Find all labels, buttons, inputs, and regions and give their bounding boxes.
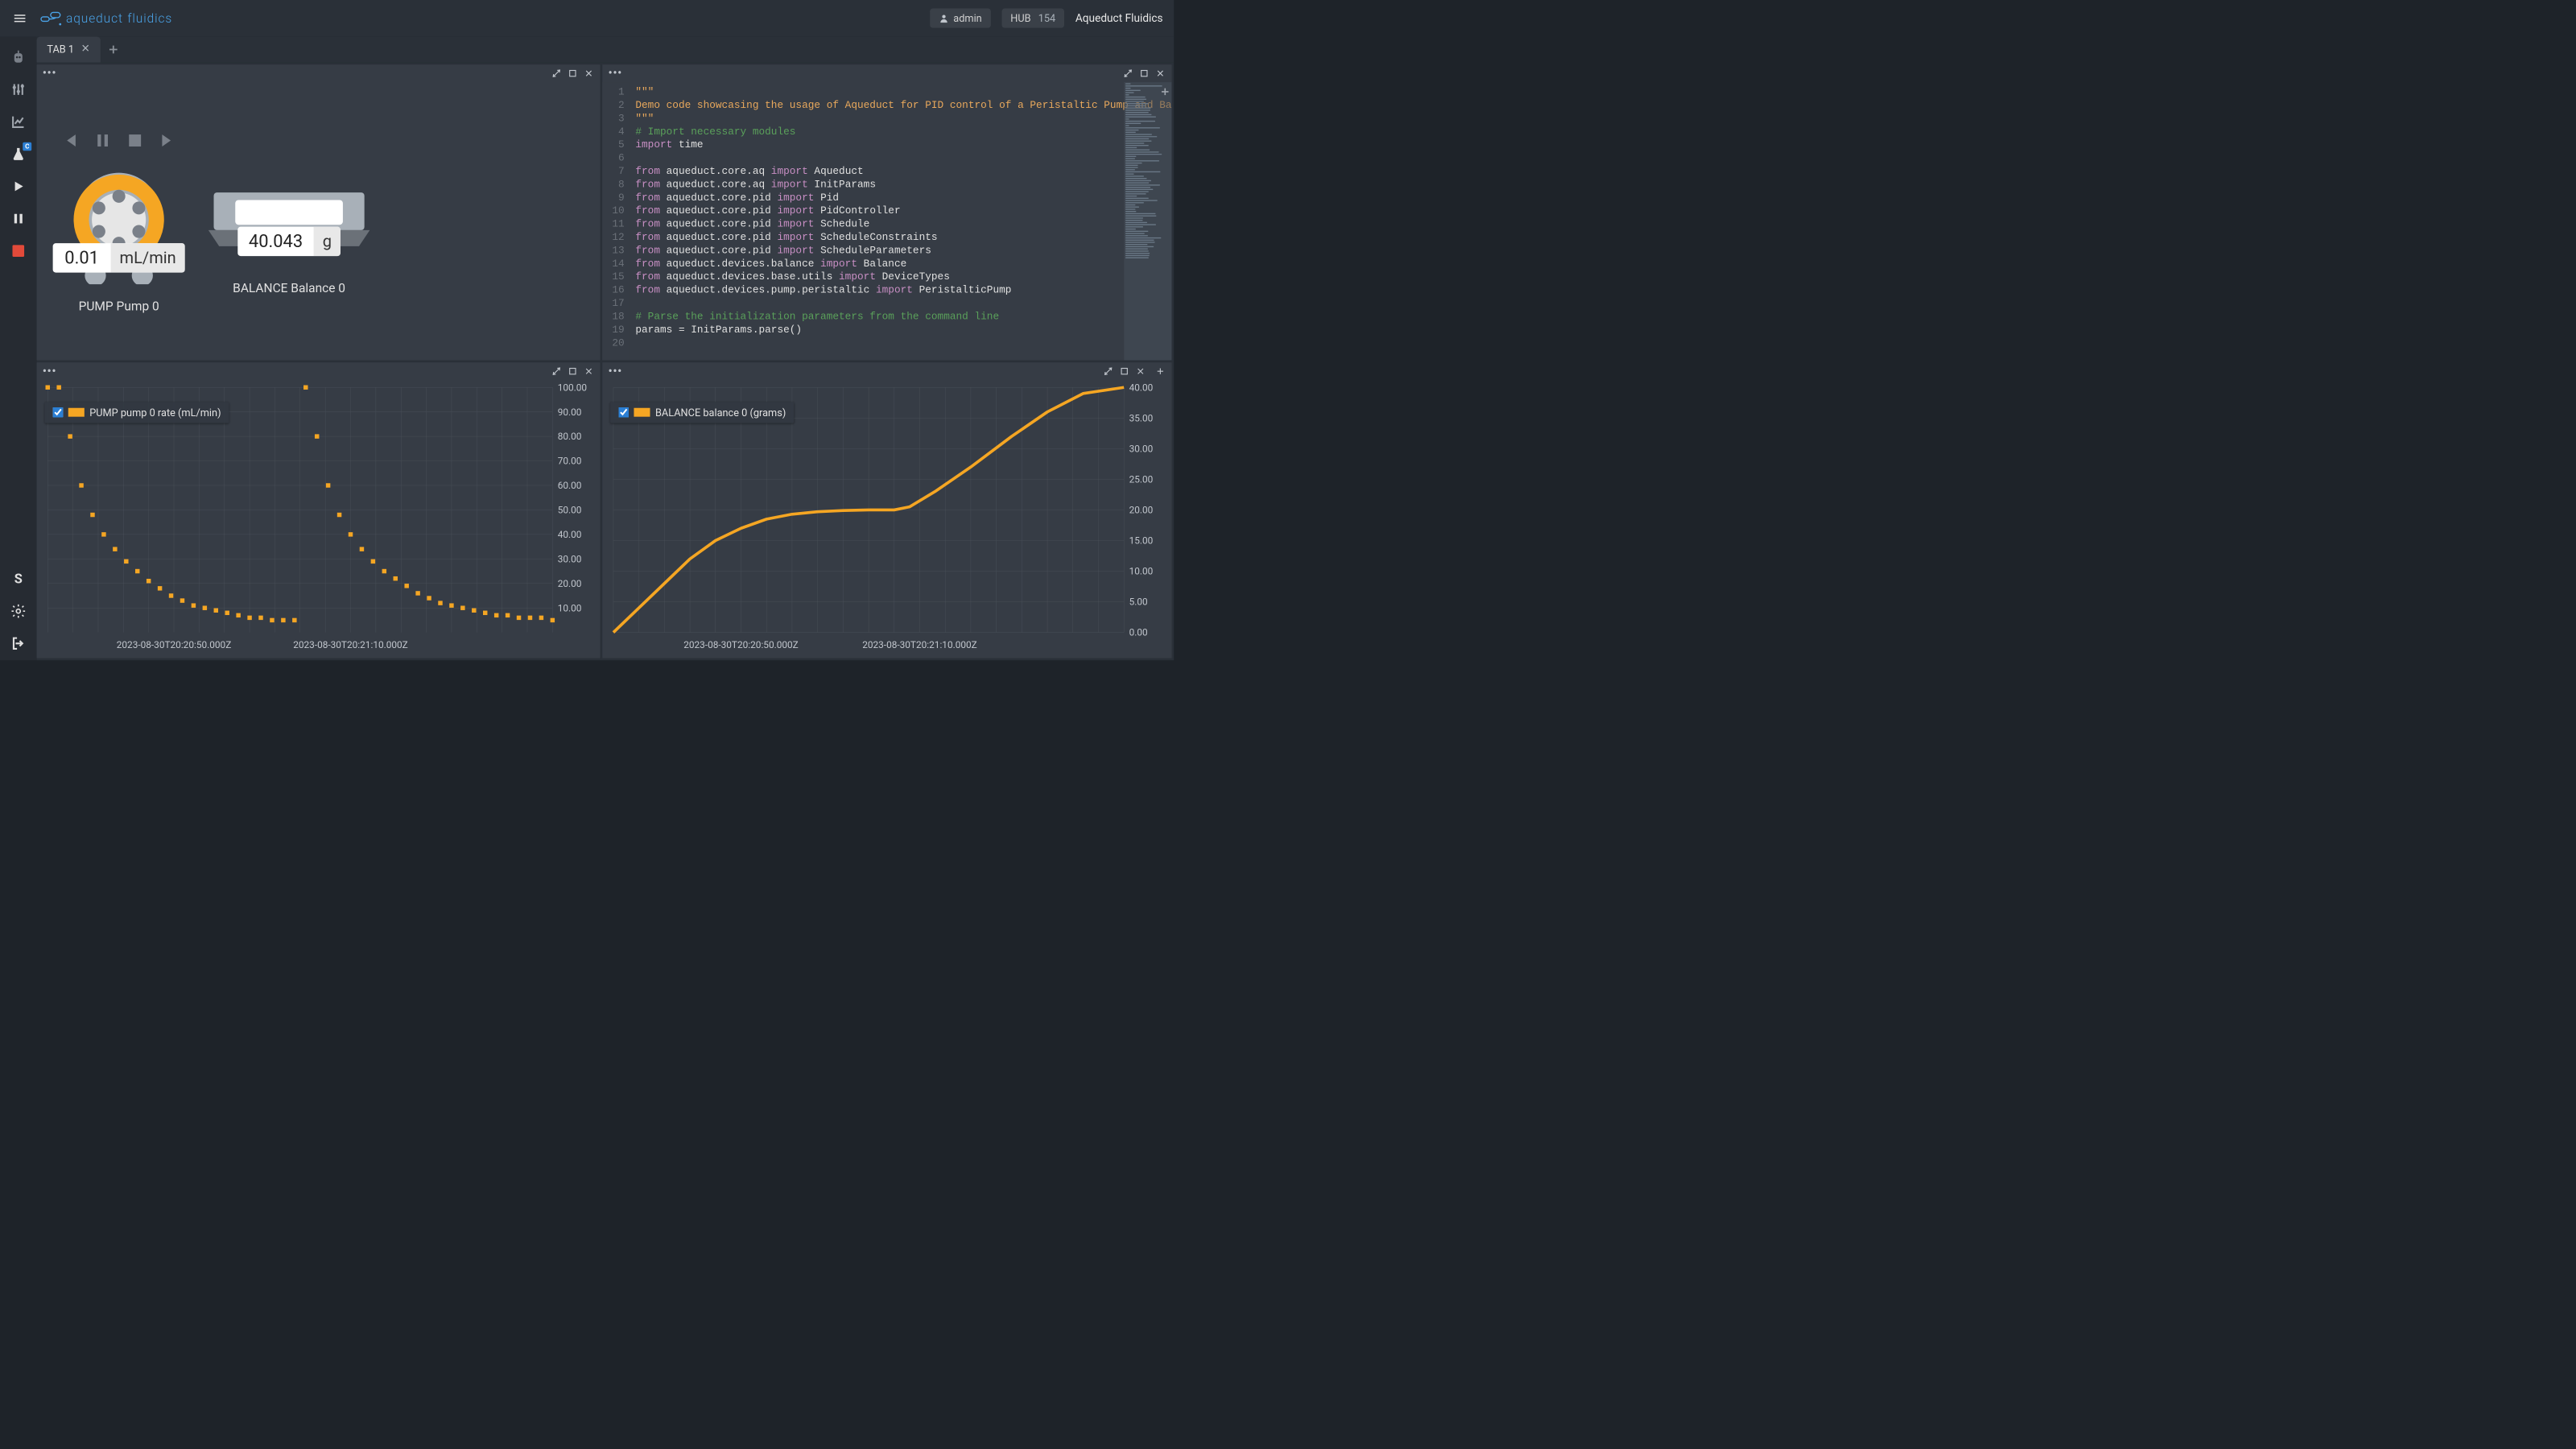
user-pill[interactable]: admin: [930, 9, 991, 28]
close-icon[interactable]: [584, 365, 595, 377]
panel-menu-icon[interactable]: •••: [609, 365, 622, 378]
code-gutter: 1234567891011121314151617181920: [602, 82, 629, 360]
svg-text:50.00: 50.00: [558, 505, 582, 516]
stop-icon[interactable]: [9, 242, 28, 261]
gear-icon[interactable]: [9, 601, 28, 621]
svg-text:40.00: 40.00: [1129, 382, 1154, 393]
svg-text:70.00: 70.00: [558, 456, 582, 467]
device-panel: •••: [37, 64, 601, 360]
brand-right-text: Aqueduct Fluidics: [1075, 12, 1163, 25]
pump-chart-panel: ••• 10.00 20.00 30.00 40.00 50.00 60.00 70.00 8…: [37, 362, 601, 658]
code-minimap[interactable]: [1124, 82, 1171, 360]
svg-text:90.00: 90.00: [558, 407, 582, 418]
hub-pill[interactable]: HUB 154: [1001, 9, 1064, 28]
tab-strip: TAB 1: [37, 37, 1174, 63]
left-sidebar: C S: [0, 37, 37, 661]
legend-label: PUMP pump 0 rate (mL/min): [89, 407, 221, 419]
play-icon[interactable]: [9, 177, 28, 196]
brand-logo: aqueduct fluidics: [39, 10, 172, 27]
stop-control-icon[interactable]: [123, 129, 147, 152]
svg-text:60.00: 60.00: [558, 480, 582, 491]
sliders-icon[interactable]: [9, 80, 28, 99]
maximize-icon[interactable]: [568, 365, 579, 377]
svg-text:2023-08-30T20:20:50.000Z: 2023-08-30T20:20:50.000Z: [117, 639, 232, 650]
code-panel: ••• 1234567891011121314151617181920 """D…: [602, 64, 1171, 360]
close-icon[interactable]: [1135, 365, 1146, 377]
legend-swatch: [634, 408, 650, 417]
balance-unit: g: [314, 227, 341, 256]
chart-icon[interactable]: [9, 112, 28, 131]
logout-icon[interactable]: [9, 634, 28, 653]
svg-text:15.00: 15.00: [1129, 535, 1154, 547]
user-label: admin: [953, 12, 981, 24]
tab-close-icon[interactable]: [80, 43, 90, 56]
svg-text:30.00: 30.00: [1129, 443, 1154, 454]
tab-label: TAB 1: [47, 43, 74, 56]
code-editor[interactable]: 1234567891011121314151617181920 """Demo …: [602, 82, 1171, 360]
balance-chart-panel: ••• 0.00 5.00 10.00 15.00 20.00 25.00 30.00 35.…: [602, 362, 1171, 658]
svg-text:20.00: 20.00: [558, 578, 582, 589]
svg-text:30.00: 30.00: [558, 553, 582, 564]
svg-text:25.00: 25.00: [1129, 473, 1154, 485]
expand-icon[interactable]: [551, 365, 563, 377]
close-icon[interactable]: [1155, 68, 1166, 79]
balance-device: 40.043 g BALANCE Balance 0: [208, 187, 370, 295]
legend-label: BALANCE balance 0 (grams): [655, 407, 786, 419]
maximize-icon[interactable]: [568, 68, 579, 79]
legend-checkbox[interactable]: [618, 407, 629, 418]
svg-text:10.00: 10.00: [1129, 566, 1154, 577]
code-add-button[interactable]: [1158, 85, 1172, 99]
rewind-icon[interactable]: [59, 129, 82, 152]
balance-chart-legend[interactable]: BALANCE balance 0 (grams): [610, 402, 794, 423]
svg-text:5.00: 5.00: [1129, 597, 1148, 608]
tab-add-button[interactable]: [101, 37, 126, 63]
svg-text:2023-08-30T20:21:10.000Z: 2023-08-30T20:21:10.000Z: [293, 639, 408, 650]
svg-text:80.00: 80.00: [558, 431, 582, 442]
pump-chart-legend[interactable]: PUMP pump 0 rate (mL/min): [45, 402, 229, 423]
add-icon[interactable]: [1155, 365, 1166, 377]
close-icon[interactable]: [584, 68, 595, 79]
svg-text:100.00: 100.00: [558, 382, 587, 393]
balance-label: BALANCE Balance 0: [233, 281, 345, 295]
legend-swatch: [68, 408, 85, 417]
expand-icon[interactable]: [551, 68, 563, 79]
pump-label: PUMP Pump 0: [79, 299, 159, 313]
flask-icon[interactable]: C: [9, 144, 28, 163]
robot-icon[interactable]: [9, 47, 28, 67]
brand-text-2: fluidics: [127, 11, 172, 26]
svg-text:0.00: 0.00: [1129, 627, 1148, 638]
tab-1[interactable]: TAB 1: [37, 37, 101, 63]
forward-icon[interactable]: [155, 129, 179, 152]
pump-unit: mL/min: [111, 243, 185, 272]
pump-value: 0.01: [53, 247, 111, 268]
pause-control-icon[interactable]: [91, 129, 114, 152]
panel-menu-icon[interactable]: •••: [43, 67, 56, 80]
svg-text:2023-08-30T20:20:50.000Z: 2023-08-30T20:20:50.000Z: [683, 639, 799, 650]
pump-device: 0.01 mL/min PUMP Pump 0: [59, 129, 179, 314]
pause-icon[interactable]: [9, 209, 28, 229]
hub-label: HUB: [1010, 12, 1030, 24]
hamburger-menu[interactable]: [11, 10, 29, 27]
maximize-icon[interactable]: [1138, 68, 1150, 79]
maximize-icon[interactable]: [1119, 365, 1130, 377]
hub-number: 154: [1038, 12, 1056, 24]
balance-value: 40.043: [237, 231, 313, 252]
svg-text:10.00: 10.00: [558, 602, 582, 613]
code-content: """Demo code showcasing the usage of Aqu…: [629, 82, 1171, 360]
brand-text-1: aqueduct: [66, 11, 123, 26]
legend-checkbox[interactable]: [53, 407, 64, 418]
svg-text:2023-08-30T20:21:10.000Z: 2023-08-30T20:21:10.000Z: [862, 639, 977, 650]
svg-text:35.00: 35.00: [1129, 412, 1154, 423]
flask-badge: C: [23, 142, 31, 151]
s-icon[interactable]: S: [9, 569, 28, 588]
expand-icon[interactable]: [1122, 68, 1133, 79]
expand-icon[interactable]: [1103, 365, 1114, 377]
svg-text:20.00: 20.00: [1129, 505, 1154, 516]
panel-menu-icon[interactable]: •••: [609, 67, 622, 80]
svg-text:40.00: 40.00: [558, 529, 582, 540]
panel-menu-icon[interactable]: •••: [43, 365, 56, 378]
